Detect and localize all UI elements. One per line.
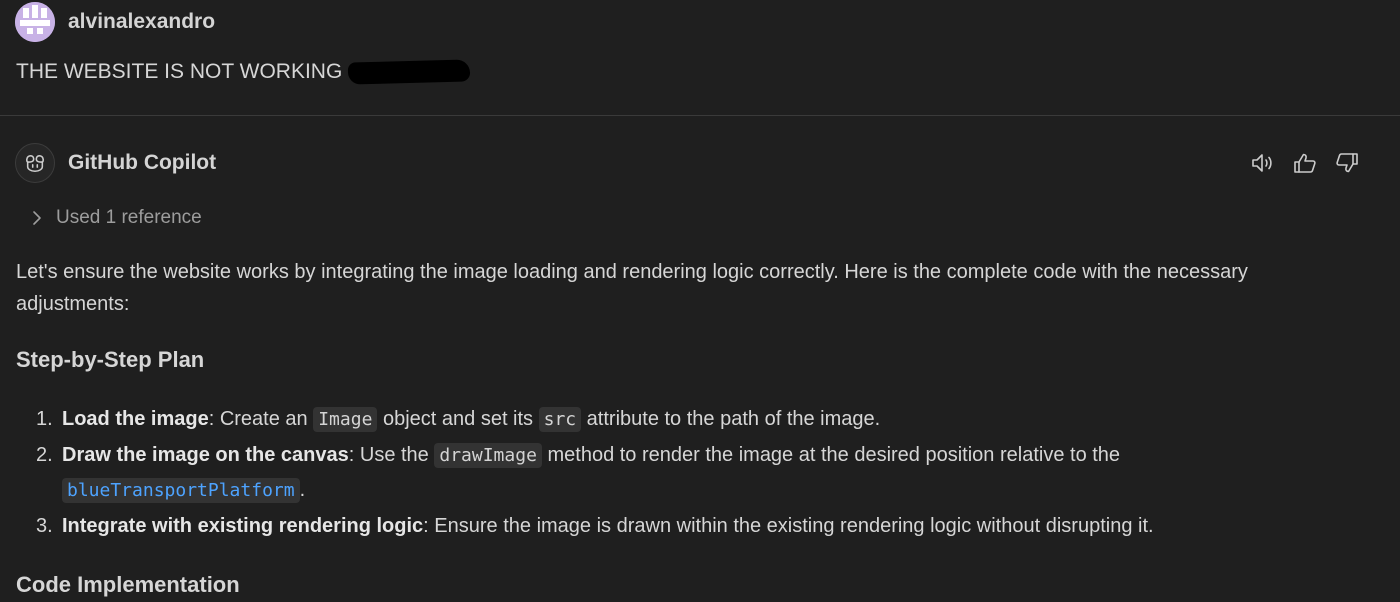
unhelpful-button[interactable] [1334,150,1360,176]
step-text: . [299,479,306,501]
user-avatar [15,2,55,42]
response-intro: Let's ensure the website works by integr… [16,261,1248,315]
thumbs-down-icon [1336,153,1358,173]
step-text: object and set its [377,408,539,430]
inline-code: drawImage [434,442,542,468]
used-references-label: Used 1 reference [56,207,202,228]
inline-code: src [538,407,582,432]
copilot-icon [25,155,45,173]
speaker-icon [1252,154,1272,172]
step-number: 3. [36,514,53,537]
user-name: alvinalexandro [68,10,216,33]
user-message-text: THE WEBSITE IS NOT WORKING [16,59,471,86]
step-text: method to render the image at the desire… [541,443,1121,466]
read-aloud-button[interactable] [1250,150,1276,176]
thumbs-up-icon [1294,153,1316,173]
step-title: Integrate with existing rendering logic [62,514,424,537]
step-text: : Create an [208,408,314,430]
chevron-right-icon [33,211,41,225]
step-text: attribute to the path of the image. [581,408,881,430]
inline-code: Image [313,407,378,432]
chat-panel: alvinalexandro THE WEBSITE IS NOT WORKIN… [0,0,1400,602]
turn-divider [0,115,1400,116]
user-message-turn: alvinalexandro THE WEBSITE IS NOT WORKIN… [0,0,1400,115]
code-heading: Code Implementation [16,572,240,597]
helpful-button[interactable] [1292,150,1318,176]
step-title: Load the image [62,408,209,430]
user-message-content: THE WEBSITE IS NOT WORKING [16,60,343,83]
step-number: 1. [36,408,53,430]
list-item: 2. Draw the image on the canvas: Use the … [16,438,1356,509]
copilot-name: GitHub Copilot [68,151,217,174]
symbol-reference-link[interactable]: blueTransportPlatform [62,478,300,503]
used-references-toggle[interactable]: Used 1 reference [28,205,202,231]
step-number: 2. [36,443,53,466]
step-title: Draw the image on the canvas [62,443,349,466]
list-item: 3. Integrate with existing rendering logi… [16,509,1356,545]
list-item: 1. Load the image: Create an Image object… [16,402,1356,438]
step-text: : Use the [348,443,435,466]
step-text: : Ensure the image is drawn within the e… [423,514,1154,537]
plan-heading: Step-by-Step Plan [16,347,205,372]
identicon-icon [15,2,55,42]
redaction-mark [348,59,471,86]
copilot-avatar [15,143,55,183]
plan-steps-list: 1. Load the image: Create an Image object… [16,402,1356,544]
